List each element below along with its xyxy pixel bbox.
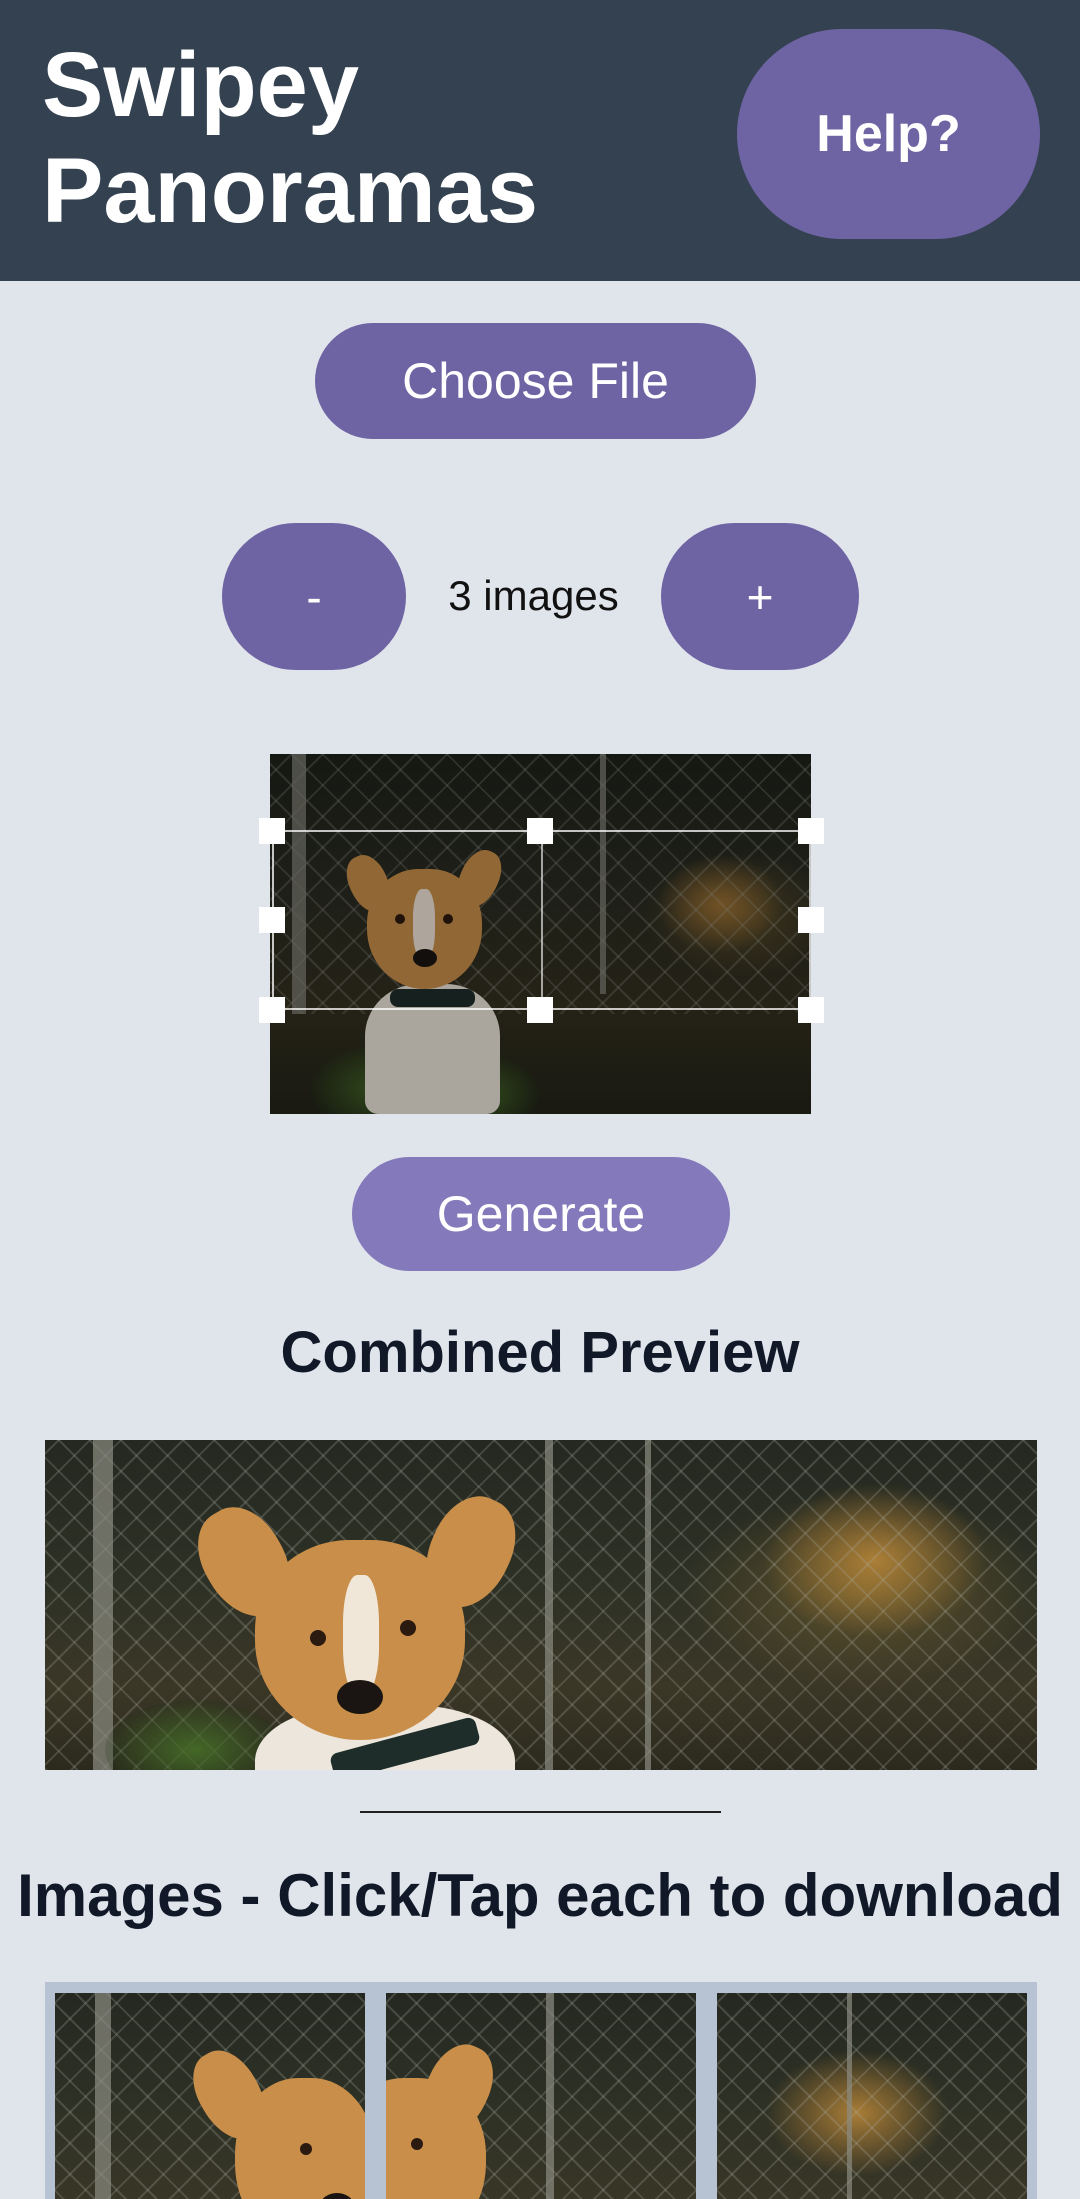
dog-photo [181,1483,531,1770]
crop-handle-top-right[interactable] [798,818,824,844]
image-count-label: 3 images [448,572,619,619]
images-section-title: Images - Click/Tap each to download [17,1862,1063,1929]
decrement-images-button[interactable]: - [222,523,406,670]
crop-handle-top-middle[interactable] [527,818,553,844]
crop-handle-bottom-right[interactable] [798,997,824,1023]
combined-preview-title: Combined Preview [280,1320,800,1385]
image-thumbnail-2[interactable] [386,1993,696,2199]
fence-post [545,1440,553,1770]
section-divider [360,1811,721,1813]
crop-selection[interactable] [272,830,811,1010]
crop-handle-left-middle[interactable] [259,907,285,933]
crop-editor[interactable] [259,754,824,1114]
crop-handle-bottom-middle[interactable] [527,997,553,1023]
combined-preview-image [45,1440,1037,1770]
image-thumbnail-1[interactable] [55,1993,365,2199]
help-button[interactable]: Help? [737,29,1040,239]
crop-handle-right-middle[interactable] [798,907,824,933]
crop-handle-top-left[interactable] [259,818,285,844]
fence-post [645,1440,651,1770]
crop-handle-bottom-left[interactable] [259,997,285,1023]
choose-file-button[interactable]: Choose File [315,323,756,439]
dog-photo [180,2038,365,2199]
app-title: Swipey Panoramas [42,34,539,242]
image-thumbnail-3[interactable] [717,1993,1027,2199]
crop-divider [541,832,543,1008]
generate-button[interactable]: Generate [352,1157,730,1271]
dog-photo [386,2034,506,2199]
image-thumbnails [45,1982,1037,2199]
app-header: Swipey Panoramas Help? [0,0,1080,281]
fence-post [93,1440,113,1770]
increment-images-button[interactable]: + [661,523,859,670]
